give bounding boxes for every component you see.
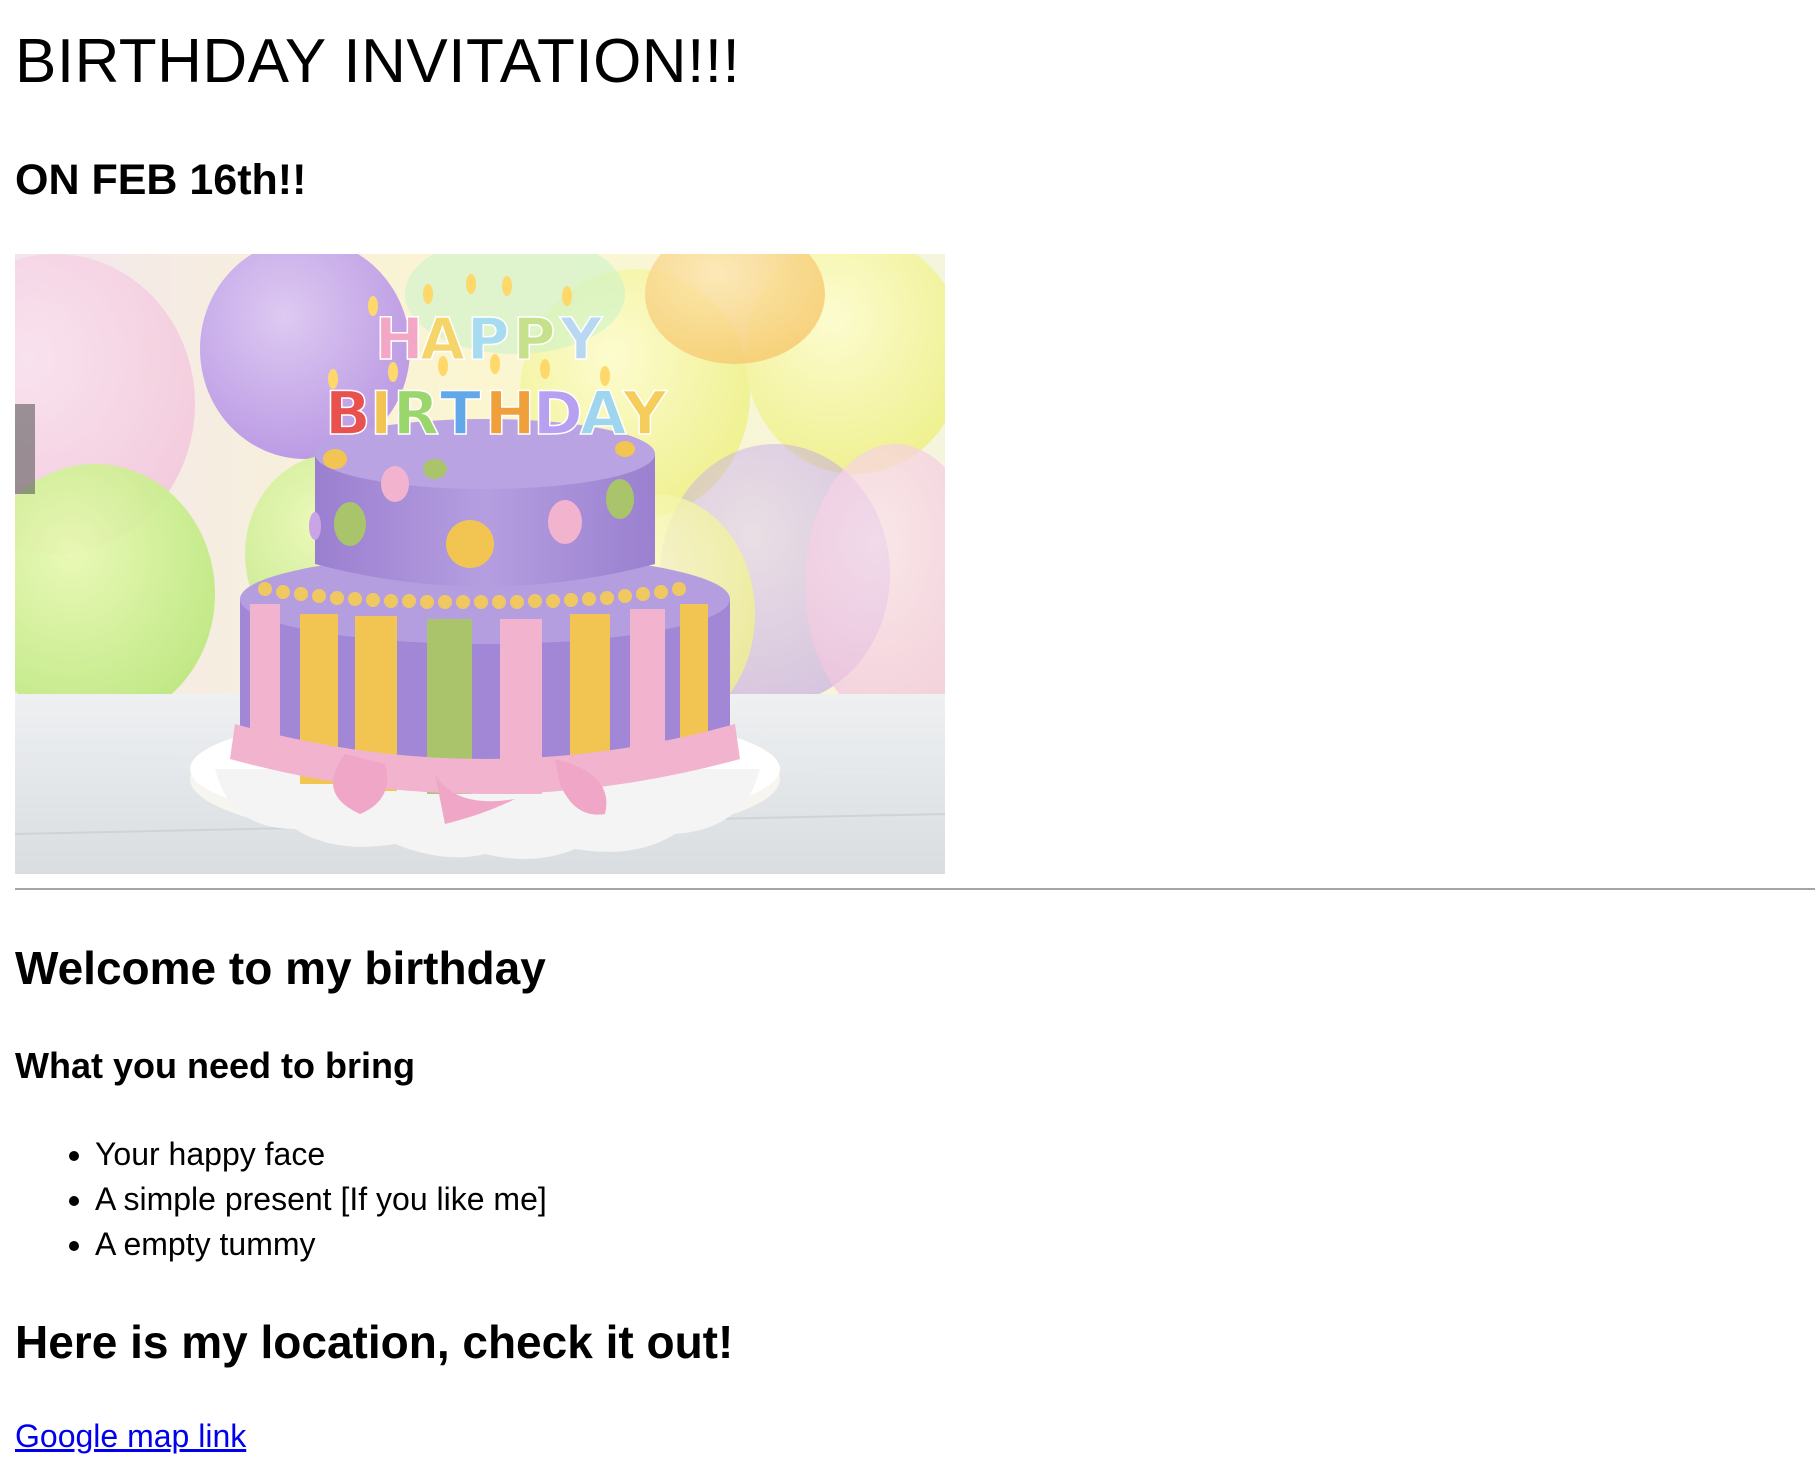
welcome-heading: Welcome to my birthday <box>15 942 546 994</box>
bring-heading: What you need to bring <box>15 1045 415 1086</box>
svg-text:D: D <box>533 379 583 449</box>
svg-text:R: R <box>393 379 439 449</box>
svg-text:Y: Y <box>622 379 668 449</box>
svg-text:Y: Y <box>559 305 603 373</box>
event-date: ON FEB 16th!! <box>15 156 307 204</box>
bring-list: Your happy face A simple present [If you… <box>15 1132 547 1267</box>
page: BIRTHDAY INVITATION!!! ON FEB 16th!! H A… <box>0 0 1817 1480</box>
svg-text:H: H <box>485 379 535 449</box>
svg-text:P: P <box>467 305 510 373</box>
svg-text:T: T <box>440 379 481 449</box>
list-item: A simple present [If you like me] <box>95 1177 547 1222</box>
svg-text:I: I <box>370 379 392 449</box>
svg-text:P: P <box>513 305 556 373</box>
list-item: A empty tummy <box>95 1222 547 1267</box>
location-heading: Here is my location, check it out! <box>15 1316 734 1368</box>
svg-text:H: H <box>375 305 424 373</box>
section-divider <box>15 888 1815 890</box>
google-map-link[interactable]: Google map link <box>15 1416 246 1456</box>
list-item: Your happy face <box>95 1132 547 1177</box>
svg-text:B: B <box>325 379 371 449</box>
birthday-cake-image: H A P P Y B I R T H D A Y <box>15 254 945 874</box>
page-title: BIRTHDAY INVITATION!!! <box>15 27 741 96</box>
svg-text:A: A <box>580 379 627 449</box>
